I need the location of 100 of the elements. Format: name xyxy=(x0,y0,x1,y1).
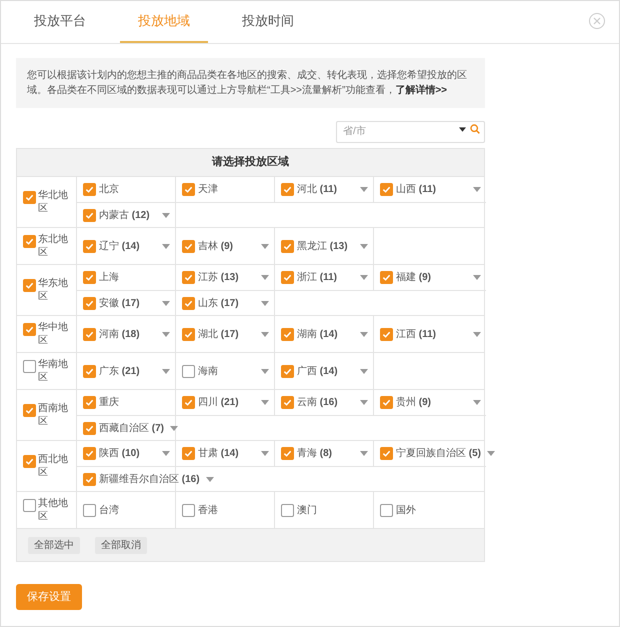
caret-icon[interactable] xyxy=(261,300,269,306)
checkbox[interactable] xyxy=(182,240,195,252)
bulk-action-button[interactable]: 全部选中 xyxy=(28,536,80,554)
caret-icon[interactable] xyxy=(360,400,368,405)
caret-icon[interactable] xyxy=(206,476,214,482)
checkbox[interactable] xyxy=(23,191,36,204)
province-label: 台湾 xyxy=(99,504,119,518)
search-icon[interactable] xyxy=(470,124,480,134)
checkbox[interactable] xyxy=(182,183,195,196)
checkbox[interactable] xyxy=(182,396,195,409)
region-label: 华东地区 xyxy=(38,277,69,303)
caret-icon[interactable] xyxy=(261,368,269,374)
caret-icon[interactable] xyxy=(360,451,368,456)
region-label: 东北地区 xyxy=(38,233,69,259)
checkbox[interactable] xyxy=(83,240,96,252)
checkbox[interactable] xyxy=(83,472,96,486)
checkbox[interactable] xyxy=(83,183,96,196)
caret-icon[interactable] xyxy=(162,244,170,248)
province-label: 湖北 (17) xyxy=(198,328,239,342)
caret-icon[interactable] xyxy=(360,275,368,280)
checkbox[interactable] xyxy=(23,360,36,373)
details-link[interactable]: 了解详情>> xyxy=(395,85,448,96)
checkbox[interactable] xyxy=(23,455,36,468)
caret-icon[interactable] xyxy=(360,368,368,374)
close-button[interactable] xyxy=(589,13,605,29)
caret-icon[interactable] xyxy=(261,275,269,280)
checkbox[interactable] xyxy=(281,364,294,378)
checkbox[interactable] xyxy=(281,504,294,516)
checkbox[interactable] xyxy=(182,447,195,460)
checkbox[interactable] xyxy=(380,504,393,516)
checkbox[interactable] xyxy=(281,271,294,284)
province-label: 江苏 (13) xyxy=(198,270,239,285)
checkbox[interactable] xyxy=(83,364,96,378)
checkbox[interactable] xyxy=(380,447,393,460)
province-label: 福建 (9) xyxy=(396,270,432,285)
checkbox[interactable] xyxy=(281,183,294,196)
checkbox[interactable] xyxy=(182,328,195,340)
caret-icon[interactable] xyxy=(162,332,170,336)
checkbox[interactable] xyxy=(380,271,393,284)
caret-icon[interactable] xyxy=(261,451,269,456)
province-label: 山西 (11) xyxy=(396,182,436,197)
caret-icon[interactable] xyxy=(261,332,269,336)
province-label: 江西 (11) xyxy=(396,328,436,342)
tab[interactable]: 投放时间 xyxy=(224,1,312,43)
province-label: 安徽 (17) xyxy=(99,296,140,310)
checkbox[interactable] xyxy=(182,271,195,284)
checkbox[interactable] xyxy=(281,396,294,409)
region-label: 华中地区 xyxy=(38,321,69,347)
checkbox[interactable] xyxy=(380,328,393,340)
checkbox[interactable] xyxy=(83,504,96,516)
province-label: 青海 (8) xyxy=(297,446,332,461)
checkbox[interactable] xyxy=(281,447,294,460)
province-label: 新疆维吾尔自治区 (16) xyxy=(99,472,200,486)
checkbox[interactable] xyxy=(23,323,36,336)
caret-icon[interactable] xyxy=(261,244,269,248)
caret-icon[interactable] xyxy=(162,300,170,306)
checkbox[interactable] xyxy=(83,328,96,340)
checkbox[interactable] xyxy=(83,422,96,434)
checkbox[interactable] xyxy=(380,183,393,196)
checkbox[interactable] xyxy=(380,396,393,409)
checkbox[interactable] xyxy=(182,504,195,516)
checkbox[interactable] xyxy=(182,364,195,378)
checkbox[interactable] xyxy=(23,404,36,417)
province-label: 山东 (17) xyxy=(198,296,239,310)
caret-icon[interactable] xyxy=(473,187,481,192)
province-label: 北京 xyxy=(99,182,119,197)
province-label: 宁夏回族自治区 (5) xyxy=(396,446,482,461)
caret-icon[interactable] xyxy=(360,332,368,336)
caret-icon[interactable] xyxy=(261,400,269,405)
province-label: 陕西 (10) xyxy=(99,446,140,461)
checkbox[interactable] xyxy=(83,296,96,310)
checkbox[interactable] xyxy=(281,240,294,252)
caret-icon[interactable] xyxy=(360,244,368,248)
caret-icon[interactable] xyxy=(473,275,481,280)
province-label: 河南 (18) xyxy=(99,328,140,342)
province-label: 香港 xyxy=(198,504,218,518)
checkbox[interactable] xyxy=(23,499,36,512)
checkbox[interactable] xyxy=(83,271,96,284)
checkbox[interactable] xyxy=(182,296,195,310)
caret-icon[interactable] xyxy=(162,451,170,456)
caret-icon[interactable] xyxy=(162,212,170,218)
tab[interactable]: 投放平台 xyxy=(16,1,104,43)
checkbox[interactable] xyxy=(23,235,36,248)
table-header: 请选择投放区域 xyxy=(17,149,484,177)
bulk-action-button[interactable]: 全部取消 xyxy=(95,536,147,554)
caret-icon[interactable] xyxy=(487,451,496,456)
checkbox[interactable] xyxy=(281,328,294,340)
caret-icon[interactable] xyxy=(360,187,368,192)
caret-icon[interactable] xyxy=(473,400,481,405)
search-field[interactable]: 省/市 xyxy=(336,120,485,142)
caret-icon[interactable] xyxy=(473,332,481,336)
checkbox[interactable] xyxy=(23,279,36,292)
dropdown-caret-icon[interactable] xyxy=(459,126,466,132)
checkbox[interactable] xyxy=(83,396,96,409)
checkbox[interactable] xyxy=(83,447,96,460)
province-label: 海南 xyxy=(198,364,218,378)
close-icon xyxy=(593,17,601,25)
caret-icon[interactable] xyxy=(162,368,170,374)
checkbox[interactable] xyxy=(83,208,96,222)
caret-icon[interactable] xyxy=(170,426,178,430)
